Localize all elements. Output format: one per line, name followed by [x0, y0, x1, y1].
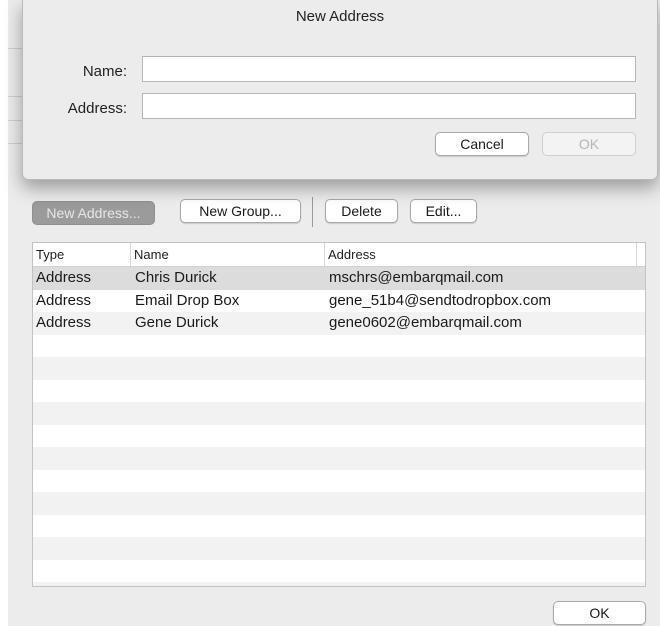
row-name: Chris Durick [135, 269, 217, 286]
empty-row [33, 379, 645, 402]
empty-row [33, 537, 645, 560]
address-label: Address: [67, 100, 127, 117]
sheet-title: New Address [295, 8, 385, 25]
table-body: Address Chris Durick mschrs@embarqmail.c… [33, 267, 645, 586]
row-name: Gene Durick [135, 314, 219, 331]
background-divider [8, 48, 22, 49]
address-table[interactable]: Type Name Address Address Chris Durick m… [32, 242, 646, 587]
table-row[interactable]: Address Gene Durick gene0602@embarqmail.… [33, 312, 645, 335]
new-group-button[interactable]: New Group... [180, 199, 301, 223]
row-address: gene0602@embarqmail.com [329, 314, 522, 331]
row-type: Address [36, 314, 92, 331]
name-label: Name: [82, 63, 127, 80]
cancel-button[interactable]: Cancel [435, 132, 529, 156]
new-address-button[interactable]: New Address... [32, 201, 155, 225]
background-divider [8, 143, 22, 144]
column-header-address[interactable]: Address [325, 243, 637, 266]
empty-row [33, 582, 645, 586]
address-field[interactable] [142, 93, 636, 119]
new-address-sheet: New Address Name: Address: Cancel OK [22, 0, 658, 180]
empty-row [33, 469, 645, 492]
table-row[interactable]: Address Email Drop Box gene_51b4@sendtod… [33, 289, 645, 312]
background-divider [8, 120, 22, 121]
empty-row [33, 334, 645, 357]
table-header: Type Name Address [33, 243, 645, 267]
table-row[interactable]: Address Chris Durick mschrs@embarqmail.c… [33, 267, 645, 290]
empty-row [33, 514, 645, 537]
empty-row [33, 357, 645, 380]
sheet-ok-button[interactable]: OK [542, 132, 636, 156]
delete-button[interactable]: Delete [325, 199, 398, 223]
empty-row [33, 492, 645, 515]
empty-row [33, 424, 645, 447]
edit-button[interactable]: Edit... [410, 199, 477, 223]
background-divider [8, 96, 22, 97]
column-header-name[interactable]: Name [131, 243, 325, 266]
ok-button[interactable]: OK [553, 601, 646, 625]
empty-row [33, 559, 645, 582]
row-address: mschrs@embarqmail.com [329, 269, 504, 286]
row-type: Address [36, 269, 92, 286]
toolbar-separator [312, 197, 313, 227]
empty-row [33, 447, 645, 470]
row-type: Address [36, 291, 92, 309]
row-address: gene_51b4@sendtodropbox.com [329, 291, 552, 309]
empty-row [33, 402, 645, 425]
column-header-type[interactable]: Type [33, 243, 131, 266]
row-name: Email Drop Box [135, 291, 240, 309]
name-field[interactable] [142, 56, 636, 82]
